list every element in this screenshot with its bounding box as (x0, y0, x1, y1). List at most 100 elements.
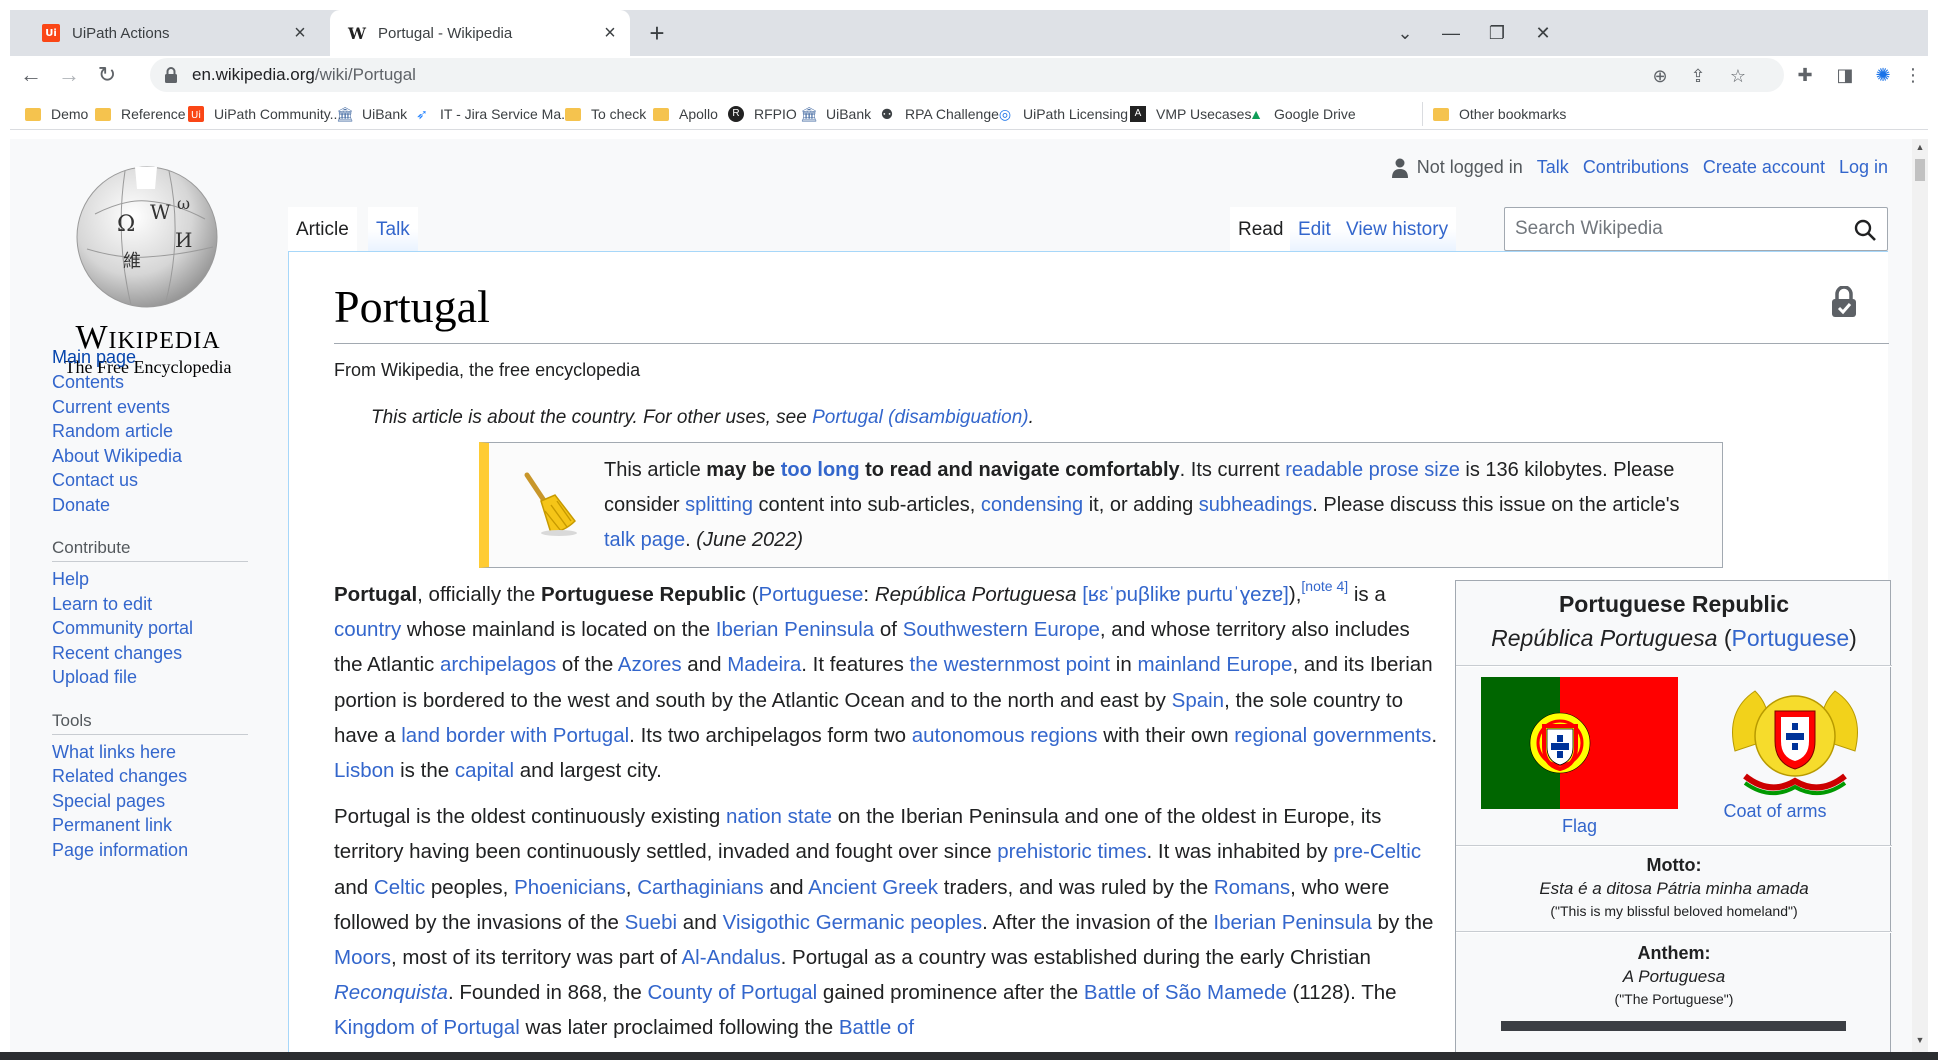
link-condensing[interactable]: condensing (981, 494, 1083, 516)
bookmark-google-drive[interactable]: ▲ Google Drive (1248, 102, 1356, 126)
link-reconquista[interactable]: Reconquista (334, 981, 448, 1004)
forward-arrow-icon[interactable]: → (54, 60, 84, 90)
link-southwestern-europe[interactable]: Southwestern Europe (903, 618, 1100, 641)
sidebar-link-learn-to-edit[interactable]: Learn to edit (52, 594, 152, 615)
sidebar-link-what-links-here[interactable]: What links here (52, 742, 176, 763)
bookmark-vmp-usecases[interactable]: A VMP Usecases (1130, 102, 1251, 126)
link-phoenicians[interactable]: Phoenicians (514, 876, 626, 899)
link-county-of-portugal[interactable]: County of Portugal (647, 981, 817, 1004)
bookmark-star-icon[interactable]: ☆ (1724, 62, 1752, 90)
bookmark-uipath-licensing[interactable]: ◎ UiPath Licensing (997, 102, 1128, 126)
link-readable-prose-size[interactable]: readable prose size (1285, 459, 1460, 481)
sidebar-link-page-information[interactable]: Page information (52, 840, 188, 861)
tab-view-history[interactable]: View history (1338, 207, 1457, 251)
page-scrollbar[interactable]: ▲ ▼ (1912, 139, 1928, 1060)
bookmark-other[interactable]: Other bookmarks (1422, 102, 1566, 126)
flag-caption-link[interactable]: Flag (1481, 816, 1678, 837)
scroll-up-arrow-icon[interactable]: ▲ (1912, 139, 1928, 155)
sidebar-link-special-pages[interactable]: Special pages (52, 791, 165, 812)
link-archipelagos[interactable]: archipelagos (440, 653, 556, 676)
tab-uipath-actions[interactable]: Ui UiPath Actions × (30, 10, 320, 56)
bookmark-demo[interactable]: Demo (25, 102, 88, 126)
extensions-puzzle-icon[interactable]: ✚ (1790, 60, 1820, 90)
restore-button[interactable]: ❐ (1474, 20, 1520, 46)
link-iberian-peninsula-2[interactable]: Iberian Peninsula (1213, 911, 1371, 934)
tab-article[interactable]: Article (288, 207, 357, 251)
minimize-button[interactable]: — (1428, 20, 1474, 46)
sidebar-link-permanent-link[interactable]: Permanent link (52, 815, 172, 836)
personal-link-create-account[interactable]: Create account (1703, 157, 1825, 178)
link-lisbon[interactable]: Lisbon (334, 759, 394, 782)
share-icon[interactable]: ⇪ (1684, 62, 1712, 90)
bookmark-jira[interactable]: ➶ IT - Jira Service Ma... (414, 102, 573, 126)
link-too-long[interactable]: too long (781, 459, 860, 481)
hatnote-link-disambiguation[interactable]: Portugal (disambiguation) (812, 407, 1029, 428)
link-iberian-peninsula[interactable]: Iberian Peninsula (716, 618, 874, 641)
new-tab-button[interactable]: + (640, 16, 674, 50)
portugal-flag-image[interactable] (1481, 677, 1678, 809)
bookmark-to-check[interactable]: To check (565, 102, 646, 126)
wikipedia-globe-icon[interactable]: Ω W И 維 ω (65, 159, 230, 314)
protection-lock-icon[interactable] (1830, 286, 1858, 318)
sidebar-link-recent-changes[interactable]: Recent changes (52, 643, 182, 664)
close-tab-icon[interactable]: × (600, 22, 620, 45)
search-input[interactable] (1515, 218, 1835, 240)
link-madeira[interactable]: Madeira (727, 653, 801, 676)
personal-link-talk[interactable]: Talk (1537, 157, 1569, 178)
sidebar-link-about[interactable]: About Wikipedia (52, 446, 182, 467)
link-pre-celtic[interactable]: pre-Celtic (1333, 840, 1421, 863)
link-ipa-pronunciation[interactable]: [ʁɛˈpuβlikɐ puɾtuˈɣezɐ] (1082, 583, 1289, 606)
bookmark-rpa-challenge[interactable]: ⚉ RPA Challenge (879, 102, 999, 126)
link-portuguese[interactable]: Portuguese (1732, 625, 1850, 651)
link-autonomous-regions[interactable]: autonomous regions (912, 724, 1098, 747)
browser-menu-icon[interactable]: ⋮ (1898, 60, 1928, 90)
link-kingdom-of-portugal[interactable]: Kingdom of Portugal (334, 1016, 520, 1039)
link-talk-page[interactable]: talk page (604, 529, 685, 551)
tab-talk[interactable]: Talk (368, 207, 418, 251)
link-visigothic-peoples[interactable]: Visigothic Germanic peoples (723, 911, 982, 934)
link-al-andalus[interactable]: Al-Andalus (681, 946, 780, 969)
tab-portugal-wikipedia[interactable]: W Portugal - Wikipedia × (330, 10, 630, 56)
link-westernmost-point[interactable]: the westernmost point (910, 653, 1111, 676)
coat-caption-link[interactable]: Coat of arms (1675, 801, 1875, 822)
tab-read[interactable]: Read (1230, 207, 1292, 251)
back-arrow-icon[interactable]: ← (16, 60, 46, 90)
close-window-button[interactable]: ✕ (1520, 20, 1566, 46)
coat-of-arms-image[interactable] (1715, 681, 1875, 801)
sidebar-link-random-article[interactable]: Random article (52, 421, 173, 442)
link-country[interactable]: country (334, 618, 401, 641)
link-carthaginians[interactable]: Carthaginians (637, 876, 764, 899)
scroll-down-arrow-icon[interactable]: ▼ (1912, 1032, 1928, 1048)
link-land-border[interactable]: land border with Portugal (401, 724, 629, 747)
personal-link-contributions[interactable]: Contributions (1583, 157, 1689, 178)
link-suebi[interactable]: Suebi (625, 911, 677, 934)
anthem-link[interactable]: A Portuguesa (1456, 967, 1892, 987)
link-portuguese-language[interactable]: Portuguese (759, 583, 864, 606)
sidebar-link-upload-file[interactable]: Upload file (52, 667, 137, 688)
bookmark-uibank[interactable]: 🏛 UiBank (336, 102, 407, 126)
link-mainland-europe[interactable]: mainland Europe (1137, 653, 1292, 676)
bookmark-uipath-community[interactable]: Ui UiPath Community... (188, 102, 341, 126)
link-capital[interactable]: capital (455, 759, 514, 782)
link-azores[interactable]: Azores (618, 653, 682, 676)
link-moors[interactable]: Moors (334, 946, 391, 969)
sidebar-link-contact[interactable]: Contact us (52, 470, 138, 491)
sidebar-link-main-page[interactable]: Main page (52, 347, 136, 368)
sidebar-link-donate[interactable]: Donate (52, 495, 110, 516)
personal-link-log-in[interactable]: Log in (1839, 157, 1888, 178)
extension-sun-icon[interactable]: ✺ (1868, 60, 1898, 90)
zoom-icon[interactable]: ⊕ (1646, 62, 1674, 90)
side-panel-icon[interactable]: ◨ (1830, 60, 1860, 90)
tab-edit[interactable]: Edit (1290, 207, 1339, 251)
footnote-note-4[interactable]: [note 4] (1301, 578, 1348, 594)
link-battle-of[interactable]: Battle of (839, 1016, 914, 1039)
link-nation-state[interactable]: nation state (726, 805, 832, 828)
sidebar-link-current-events[interactable]: Current events (52, 397, 170, 418)
reload-icon[interactable]: ↻ (92, 60, 122, 90)
sidebar-link-related-changes[interactable]: Related changes (52, 766, 187, 787)
bookmark-apollo[interactable]: Apollo (653, 102, 718, 126)
tab-search-chevron-icon[interactable]: ⌄ (1382, 20, 1428, 46)
sidebar-link-contents[interactable]: Contents (52, 372, 124, 393)
link-celtic[interactable]: Celtic (374, 876, 425, 899)
search-box[interactable] (1504, 207, 1888, 251)
